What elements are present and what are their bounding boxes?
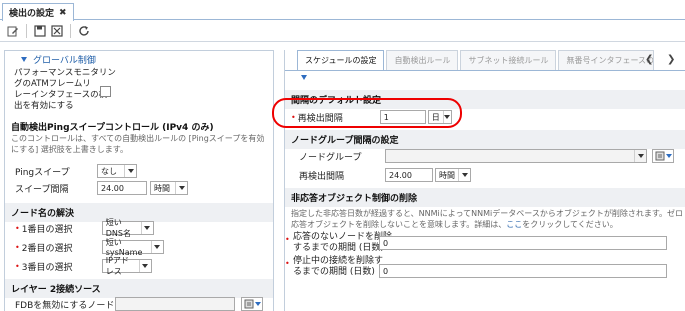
chevron-down-icon[interactable]	[138, 260, 151, 272]
ping-sweep-select[interactable]: なし	[97, 164, 137, 178]
save-close-icon[interactable]	[50, 24, 64, 38]
fdb-node-group-field[interactable]	[115, 297, 235, 311]
unresp-node-label-line: 応答のないノードを削除	[293, 232, 393, 242]
node-group-select[interactable]	[385, 149, 647, 163]
edit-icon[interactable]	[6, 24, 20, 38]
toolbar-divider	[26, 24, 27, 38]
chevron-left-icon[interactable]: ❮	[645, 54, 653, 65]
unresponsive-desc-line: 応答オブジェクトを削除しないことを意味します。詳細は、ここをクリックしてください…	[291, 219, 680, 230]
collapse-triangle-icon[interactable]	[21, 56, 27, 62]
lookup-icon	[244, 299, 253, 309]
tab-unnumbered-interfaces[interactable]: 無番号インタフェースのノ	[558, 50, 655, 70]
fdb-row: FDBを無効にするノード	[9, 297, 269, 311]
sweep-interval-unit: 時間	[154, 183, 170, 193]
settings-tab-strip: スケジュールの設定 自動検出ルール サブネット接続ルール 無番号インタフェースの…	[297, 50, 655, 70]
fdb-picker-button[interactable]	[241, 297, 263, 311]
ping-sweep-row: Pingスイープ なし	[9, 164, 143, 178]
sweep-interval-unit-select[interactable]: 時間	[150, 181, 188, 195]
choice3-select[interactable]: IPアドレス	[101, 256, 152, 276]
choice1-label: 1番目の選択	[21, 224, 73, 235]
toolbar-divider	[70, 24, 71, 38]
choice1-value: 短いDNS名	[105, 218, 131, 238]
ping-sweep-value: なし	[101, 166, 117, 176]
sweep-interval-input[interactable]: 24.00	[97, 181, 147, 195]
choice2-row: • 2番目の選択 短いsysName	[9, 238, 170, 257]
choice2-select[interactable]: 短いsysName	[101, 238, 164, 257]
choice2-value: 短いsysName	[105, 238, 143, 257]
stopped-conn-row: • 停止中の接続を削除す るまでの期間 (日数) 0	[285, 256, 685, 280]
tab-title: 検出の設定	[9, 9, 55, 19]
settings-tabs-panel: スケジュールの設定 自動検出ルール サブネット接続ルール 無番号インタフェースの…	[284, 50, 685, 311]
highlight-callout	[272, 98, 462, 128]
chevron-down-icon[interactable]	[150, 241, 163, 253]
sweep-interval-row: スイープ間隔 24.00 時間	[9, 181, 194, 195]
global-control-header[interactable]: グローバル制御	[5, 51, 273, 67]
global-control-label: グローバル制御	[33, 55, 96, 66]
choice1-row: • 1番目の選択 短いDNS名	[9, 218, 160, 238]
tab-subnet-connection-rules[interactable]: サブネット接続ルール	[460, 50, 557, 70]
unresponsive-desc-text: 応答オブジェクトを削除しないことを意味します。詳細は、	[291, 220, 507, 229]
required-marker: •	[15, 261, 20, 271]
unresponsive-desc-line: 指定した非応答日数が経過すると、NNMiによってNNMiデータベースからオブジェ…	[291, 209, 685, 218]
document-tab-bar: 検出の設定 ✖	[0, 0, 685, 21]
ng-rediscovery-row: 再検出間隔 24.00 時間	[285, 168, 477, 182]
toolbar	[0, 21, 685, 42]
unresponsive-desc-text: をクリックしてください。	[522, 220, 618, 229]
required-marker: •	[285, 259, 290, 268]
unresponsive-node-row: • 応答のないノードを削除 するまでの期間 (日数) 0	[285, 232, 685, 256]
node-group-picker-button[interactable]	[652, 149, 674, 163]
ping-sweep-label: Pingスイープ	[15, 167, 70, 178]
ng-rediscovery-unit-select[interactable]: 時間	[435, 168, 471, 182]
choice3-label: 3番目の選択	[21, 262, 73, 273]
perf-monitor-label-line: 出を有効にする	[14, 101, 74, 111]
help-link[interactable]: ここ	[506, 220, 522, 229]
tab-discovery-rules[interactable]: 自動検出ルール	[386, 50, 459, 70]
stopped-conn-label-line: るまでの期間 (日数)	[293, 267, 375, 277]
chevron-down-icon[interactable]	[140, 222, 153, 234]
unresp-node-label: 応答のないノードを削除 するまでの期間 (日数)	[293, 232, 392, 254]
ng-rediscovery-label: 再検出間隔	[299, 171, 345, 182]
node-group-label: ノードグループ	[299, 152, 362, 163]
choice3-value: IPアドレス	[105, 256, 129, 276]
choice3-row: • 3番目の選択 IPアドレス	[9, 256, 158, 276]
save-icon[interactable]	[33, 24, 47, 38]
chevron-right-icon[interactable]: ❯	[667, 54, 675, 65]
tab-schedule-settings[interactable]: スケジュールの設定	[297, 50, 385, 70]
global-settings-panel: グローバル制御 パフォーマンスモニタリン グのATMフレームリ レーインタフェー…	[4, 50, 274, 311]
refresh-icon[interactable]	[77, 24, 91, 38]
stopped-conn-input[interactable]: 0	[379, 264, 667, 278]
layer2-section-title: レイヤー 2接続ソース	[5, 279, 273, 298]
node-group-row: ノードグループ	[285, 149, 680, 163]
ng-rediscovery-unit: 時間	[439, 170, 455, 180]
perf-monitor-checkbox[interactable]	[100, 86, 111, 97]
close-icon[interactable]: ✖	[59, 8, 67, 18]
ping-description: このコントロールは、すべての自動検出ルールの [Pingスイープを有効にする] …	[11, 134, 265, 154]
required-marker: •	[15, 242, 20, 252]
unresponsive-section-title: 非応答オブジェクト制御の削除	[285, 188, 685, 207]
chevron-down-icon[interactable]	[634, 150, 646, 162]
stopped-conn-label: 停止中の接続を削除す るまでの期間 (日数)	[293, 256, 383, 278]
lookup-icon	[655, 151, 664, 161]
fdb-label: FDBを無効にするノード	[15, 300, 115, 311]
tab-discovery-config[interactable]: 検出の設定 ✖	[2, 3, 74, 21]
required-marker: •	[285, 235, 290, 244]
choice2-label: 2番目の選択	[21, 243, 73, 254]
unresp-node-label-line: するまでの期間 (日数)	[293, 243, 384, 253]
perf-monitor-label-line: パフォーマンスモニタリン	[14, 68, 116, 78]
unresponsive-description: 指定した非応答日数が経過すると、NNMiによってNNMiデータベースからオブジェ…	[285, 206, 685, 232]
chevron-down-icon[interactable]	[124, 165, 136, 177]
tab-underline	[285, 70, 685, 71]
stopped-conn-label-line: 停止中の接続を削除す	[293, 256, 384, 266]
required-marker: •	[15, 223, 20, 233]
unresp-node-input[interactable]: 0	[379, 236, 667, 250]
chevron-down-icon[interactable]	[175, 182, 187, 194]
ng-rediscovery-input[interactable]: 24.00	[385, 168, 433, 182]
chevron-down-icon[interactable]	[458, 169, 470, 181]
sweep-interval-label: スイープ間隔	[15, 184, 69, 195]
choice1-select[interactable]: 短いDNS名	[101, 218, 154, 238]
collapse-triangle-icon[interactable]	[301, 75, 307, 80]
node-group-section-title: ノードグループ間隔の設定	[285, 130, 685, 149]
node-name-section-title: ノード名の解決	[5, 203, 273, 222]
